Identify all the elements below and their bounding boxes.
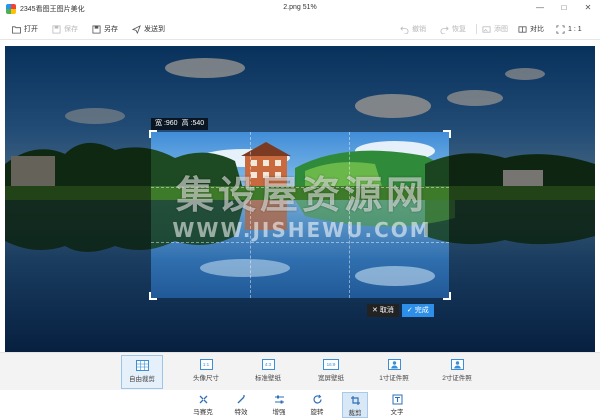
crop-handle-top-right[interactable]	[443, 130, 451, 138]
grid-icon	[135, 360, 149, 371]
watermark-title: 集设屋资源网	[175, 173, 428, 217]
toolbar: 打开 保存 另存 发送到 撤销 恢复 添图 对比 1 : 1	[0, 18, 600, 40]
crop-actions: ✕ 取消 ✓ 完成	[367, 304, 434, 317]
ratio-1-1-icon: 1:1	[199, 359, 213, 370]
save-button[interactable]: 保存	[52, 22, 78, 36]
preset-label: 标准壁纸	[255, 375, 281, 382]
tool-effects[interactable]: 特效	[228, 392, 254, 418]
window-controls: — □ ✕	[534, 2, 594, 14]
maximize-button[interactable]: □	[558, 2, 570, 14]
close-icon: ✕	[372, 307, 378, 314]
preset-label: 自由裁剪	[129, 376, 155, 383]
tool-rotate[interactable]: 旋转	[304, 392, 330, 418]
save-as-label: 另存	[104, 26, 118, 33]
preset-widescreen-wallpaper[interactable]: 16:9 宽屏壁纸	[310, 355, 352, 389]
add-image-button[interactable]: 添图	[482, 22, 508, 36]
image-canvas[interactable]: 宽 :960 高 :540 集设屋资源网 WWW.JISHEWU.COM ✕ 取…	[5, 46, 595, 352]
mosaic-icon	[199, 395, 207, 404]
redo-button[interactable]: 恢复	[440, 22, 466, 36]
compare-button[interactable]: 对比	[518, 22, 544, 36]
crop-size-tag: 宽 :960 高 :540	[151, 118, 209, 130]
tool-label: 增强	[272, 409, 286, 416]
redo-icon	[440, 26, 449, 34]
undo-icon	[400, 26, 409, 34]
crop-icon	[350, 396, 360, 405]
compare-label: 对比	[530, 26, 544, 33]
crop-height-label: 高 :540	[181, 120, 205, 127]
send-to-button[interactable]: 发送到	[132, 22, 165, 36]
ratio-label: 1 : 1	[568, 25, 582, 33]
preset-avatar[interactable]: 1:1 头像尺寸	[185, 355, 227, 389]
rotate-icon	[312, 394, 322, 404]
open-button[interactable]: 打开	[12, 22, 38, 36]
toolbar-divider	[476, 24, 477, 34]
redo-label: 恢复	[452, 26, 466, 33]
crop-cancel-label: 取消	[379, 307, 394, 314]
actual-size-button[interactable]: 1 : 1	[556, 22, 582, 36]
crop-presets-bar: 自由裁剪 1:1 头像尺寸 4:3 标准壁纸 16:9 宽屏壁纸 1寸证件照 2…	[0, 352, 600, 390]
save-as-icon	[92, 24, 101, 34]
save-as-button[interactable]: 另存	[92, 22, 118, 36]
text-icon	[392, 394, 402, 405]
edit-tools-bar: 马赛克 特效 增强 旋转 裁剪 文字	[0, 390, 600, 420]
crop-width-label: 宽 :960	[155, 120, 178, 127]
ratio-16-9-icon: 16:9	[323, 359, 339, 370]
tool-crop[interactable]: 裁剪	[342, 392, 368, 418]
undo-label: 撤销	[412, 26, 426, 33]
tool-label: 马赛克	[193, 409, 213, 416]
crop-done-button[interactable]: ✓ 完成	[401, 304, 434, 317]
close-button[interactable]: ✕	[582, 2, 594, 14]
check-icon: ✓	[406, 307, 413, 314]
crop-grid-line	[151, 242, 449, 243]
send-to-label: 发送到	[144, 26, 165, 33]
crop-handle-top-left[interactable]	[149, 130, 157, 138]
tool-mosaic[interactable]: 马赛克	[190, 392, 216, 418]
person-icon	[387, 359, 401, 370]
crop-handle-bottom-left[interactable]	[149, 292, 157, 300]
person-icon	[450, 359, 464, 370]
crop-handle-bottom-right[interactable]	[443, 292, 451, 300]
folder-icon	[12, 25, 21, 34]
preset-free-crop[interactable]: 自由裁剪	[121, 355, 163, 389]
preset-label: 1寸证件照	[379, 375, 409, 382]
tool-label: 文字	[390, 409, 404, 416]
preset-2inch-id-photo[interactable]: 2寸证件照	[436, 355, 478, 389]
preset-label: 2寸证件照	[442, 375, 472, 382]
magic-wand-icon	[237, 395, 245, 404]
preset-label: 宽屏壁纸	[318, 375, 344, 382]
crop-cancel-button[interactable]: ✕ 取消	[367, 304, 399, 317]
compare-icon	[518, 25, 527, 33]
save-icon	[52, 24, 61, 34]
sliders-icon	[274, 395, 284, 404]
save-label: 保存	[64, 26, 78, 33]
open-label: 打开	[24, 26, 38, 33]
file-title: 2.png 51%	[283, 4, 317, 11]
watermark-url: WWW.JISHEWU.COM	[172, 218, 432, 242]
title-bar: 2345看图王图片美化 2.png 51% — □ ✕	[0, 0, 600, 18]
fit-screen-icon	[556, 24, 565, 34]
tool-label: 旋转	[310, 409, 324, 416]
add-image-icon	[482, 25, 491, 33]
tool-enhance[interactable]: 增强	[266, 392, 292, 418]
tool-label: 特效	[234, 409, 248, 416]
minimize-button[interactable]: —	[534, 2, 546, 14]
crop-done-label: 完成	[414, 307, 429, 314]
tool-text[interactable]: 文字	[384, 392, 410, 418]
tool-label: 裁剪	[348, 410, 362, 417]
ratio-4-3-icon: 4:3	[261, 359, 275, 370]
preset-label: 头像尺寸	[193, 375, 219, 382]
preset-standard-wallpaper[interactable]: 4:3 标准壁纸	[247, 355, 289, 389]
send-icon	[132, 24, 141, 34]
undo-button[interactable]: 撤销	[400, 22, 426, 36]
add-image-label: 添图	[494, 26, 508, 33]
preset-1inch-id-photo[interactable]: 1寸证件照	[373, 355, 415, 389]
